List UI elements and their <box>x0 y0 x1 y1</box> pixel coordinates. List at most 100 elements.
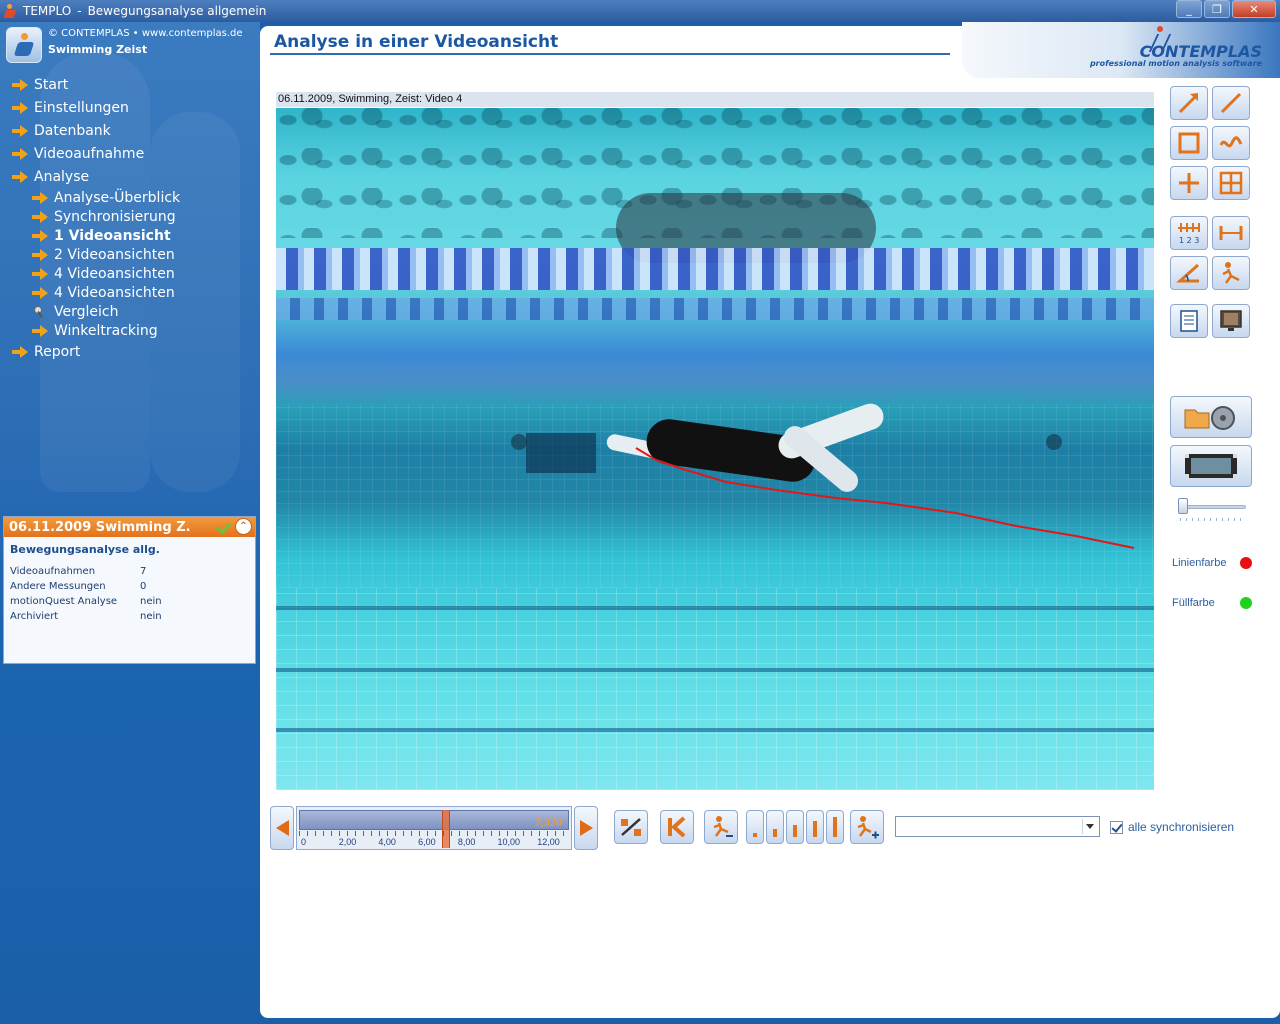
video-strip-icon <box>1185 454 1237 478</box>
timeline-cursor[interactable] <box>442 810 451 848</box>
rectangle-tool-icon <box>1178 132 1200 154</box>
triangle-right-icon <box>579 820 593 836</box>
grid-tool-button[interactable] <box>1212 166 1250 200</box>
arrow-right-icon <box>32 192 48 204</box>
nav-label: 4 Videoansichten <box>54 266 175 282</box>
session-info-header: 06.11.2009 Swimming Z. ⌃ <box>4 517 255 537</box>
arrow-right-icon <box>12 125 28 137</box>
monitor-button[interactable] <box>1212 304 1250 338</box>
page-title: Analyse in einer Videoansicht <box>274 32 559 52</box>
video-select-dropdown[interactable] <box>895 816 1100 837</box>
ruler-tool-button[interactable]: 1 2 3 <box>1170 216 1208 250</box>
info-value: nein <box>140 611 162 622</box>
speed-level-1-button[interactable] <box>746 810 764 844</box>
timeline-tick-label: 4,00 <box>378 837 396 847</box>
sync-all-checkbox[interactable] <box>1110 820 1123 834</box>
playback-speed-slider[interactable] <box>1178 505 1246 509</box>
nav-item-analyse[interactable]: Analyse <box>12 169 89 185</box>
nav-label: Einstellungen <box>34 100 129 116</box>
nav-label: Videoaufnahme <box>34 146 145 162</box>
close-button[interactable]: ✕ <box>1232 0 1276 18</box>
runner-minus-icon <box>713 816 733 837</box>
distance-tool-button[interactable] <box>1212 216 1250 250</box>
timeline-tick-label: 6,00 <box>418 837 436 847</box>
line-tool-icon <box>1220 92 1242 114</box>
restore-button[interactable]: ❐ <box>1204 0 1230 18</box>
rectangle-tool-button[interactable] <box>1170 126 1208 160</box>
nav-item-4-videoansichten-2[interactable]: 4 Videoansichten <box>32 285 175 301</box>
info-row: Archiviert nein <box>10 609 255 624</box>
nav-item-start[interactable]: Start <box>12 77 68 93</box>
open-video-icon <box>1184 406 1235 430</box>
speed-level-5-button[interactable] <box>826 810 844 844</box>
nav-item-2-videoansichten[interactable]: 2 Videoansichten <box>32 247 175 263</box>
speed-bar-icon <box>793 825 797 837</box>
timeline-bar[interactable]: 7,320 <box>299 810 569 830</box>
arrow-right-icon <box>12 346 28 358</box>
analysis-type: Bewegungsanalyse allg. <box>10 543 160 556</box>
nav-item-vergleich[interactable]: Vergleich <box>32 304 118 320</box>
angle-tool-button[interactable] <box>1170 256 1208 290</box>
nav-label: Datenbank <box>34 123 111 139</box>
freehand-tool-button[interactable] <box>1212 126 1250 160</box>
report-button[interactable] <box>1170 304 1208 338</box>
timeline: 7,320 0 2,00 4,00 6,00 8,00 10,00 12,00 <box>270 806 598 850</box>
nav-label: Analyse-Überblick <box>54 190 181 206</box>
nav-item-winkeltracking[interactable]: Winkeltracking <box>32 323 158 339</box>
runner-plus-icon <box>857 816 879 839</box>
nav-item-report[interactable]: Report <box>12 344 80 360</box>
nav-item-videoaufnahme[interactable]: Videoaufnahme <box>12 146 144 162</box>
next-frame-button[interactable] <box>574 806 598 850</box>
slower-button[interactable] <box>704 810 738 844</box>
tracking-tool-button[interactable] <box>1212 256 1250 290</box>
grid-tool-icon <box>1219 171 1243 195</box>
video-view[interactable] <box>276 108 1154 790</box>
main-panel: CONTEMPLAS professional motion analysis … <box>260 22 1280 1024</box>
timeline-scrubber[interactable]: 7,320 0 2,00 4,00 6,00 8,00 10,00 12,00 <box>296 806 572 850</box>
window-title-separator: - <box>77 4 82 18</box>
nav-label: Synchronisierung <box>54 209 176 225</box>
nav-item-synchronisierung[interactable]: Synchronisierung <box>32 209 176 225</box>
nav-item-1-videoansicht[interactable]: 1 Videoansicht <box>32 228 171 244</box>
faster-button[interactable] <box>850 810 884 844</box>
chevron-down-icon[interactable] <box>1082 819 1097 834</box>
organization-name: Swimming Zeist <box>48 43 148 56</box>
fill-color-swatch[interactable] <box>1240 597 1252 609</box>
slider-handle[interactable] <box>1178 498 1188 514</box>
nav-label: Report <box>34 344 81 360</box>
collapse-icon[interactable]: ⌃ <box>235 518 252 535</box>
arrow-right-icon <box>32 268 48 280</box>
tracking-tool-icon <box>1222 262 1240 284</box>
previous-frame-button[interactable] <box>270 806 294 850</box>
line-tool-button[interactable] <box>1212 86 1250 120</box>
nav-label: 4 Videoansichten <box>54 285 175 301</box>
info-row: motionQuest Analyse nein <box>10 594 255 609</box>
crosshair-tool-button[interactable] <box>1170 166 1208 200</box>
ruler-tool-icon: 1 2 3 <box>1178 223 1200 245</box>
freehand-tool-icon <box>1219 136 1243 148</box>
arrow-right-icon <box>32 287 48 299</box>
window-title: Bewegungsanalyse allgemein <box>87 4 267 18</box>
line-color-swatch[interactable] <box>1240 557 1252 569</box>
arrow-tool-button[interactable] <box>1170 86 1208 120</box>
nav-label: Start <box>34 77 69 93</box>
open-video-button[interactable] <box>1170 396 1252 438</box>
sync-all-toggle[interactable]: alle synchronisieren <box>1110 820 1234 834</box>
go-to-start-button[interactable] <box>660 810 694 844</box>
monitor-icon <box>1220 310 1242 331</box>
nav-item-4-videoansichten[interactable]: 4 Videoansichten <box>32 266 175 282</box>
speed-level-3-button[interactable] <box>786 810 804 844</box>
arrow-right-icon <box>32 211 48 223</box>
timeline-tick-label: 8,00 <box>457 837 476 847</box>
speed-level-4-button[interactable] <box>806 810 824 844</box>
session-info-panel: 06.11.2009 Swimming Z. ⌃ Bewegungsanalys… <box>3 516 256 664</box>
percent-button[interactable] <box>614 810 648 844</box>
nav-item-datenbank[interactable]: Datenbank <box>12 123 111 139</box>
minimize-button[interactable]: _ <box>1176 0 1202 18</box>
nav-item-einstellungen[interactable]: Einstellungen <box>12 100 129 116</box>
speed-bar-icon <box>833 817 837 837</box>
speed-level-2-button[interactable] <box>766 810 784 844</box>
video-strip-button[interactable] <box>1170 445 1252 487</box>
nav-label: 1 Videoansicht <box>54 228 171 244</box>
nav-item-analyse-ueberblick[interactable]: Analyse-Überblick <box>32 190 180 206</box>
